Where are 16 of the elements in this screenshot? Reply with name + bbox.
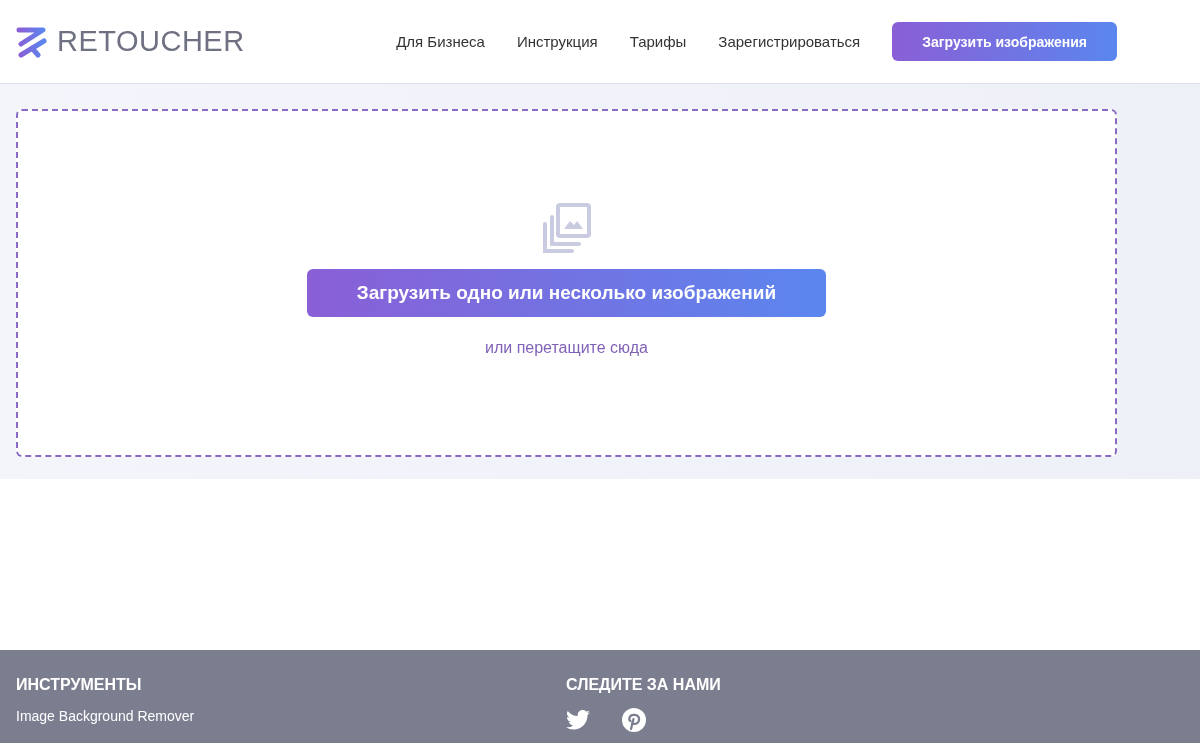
nav-link[interactable]: Тарифы <box>629 33 687 50</box>
upload-images-button[interactable]: Загрузить изображения <box>892 22 1117 61</box>
nav-link[interactable]: Инструкция <box>516 33 598 50</box>
pinterest-icon[interactable] <box>622 708 646 732</box>
drag-hint: или перетащите сюда <box>485 339 648 357</box>
twitter-bird-icon[interactable] <box>566 710 590 730</box>
drop-zone[interactable]: Загрузить одно или несколько изображений или перетащите сюда <box>16 109 1117 457</box>
footer-link[interactable]: Image Background Remover <box>16 708 566 724</box>
upload-button[interactable]: Загрузить одно или несколько изображений <box>307 269 826 317</box>
nav-link[interactable]: Зарегистрироваться <box>718 33 861 50</box>
logo-icon <box>16 25 49 58</box>
footer-heading: СЛЕДИТЕ ЗА НАМИ <box>566 676 721 694</box>
nav-link[interactable]: Для Бизнеса <box>396 33 485 50</box>
images-icon <box>541 203 592 253</box>
footer-heading: ИНСТРУМЕНТЫ <box>16 676 143 694</box>
logo-text[interactable]: RETOUCHER <box>57 25 245 58</box>
